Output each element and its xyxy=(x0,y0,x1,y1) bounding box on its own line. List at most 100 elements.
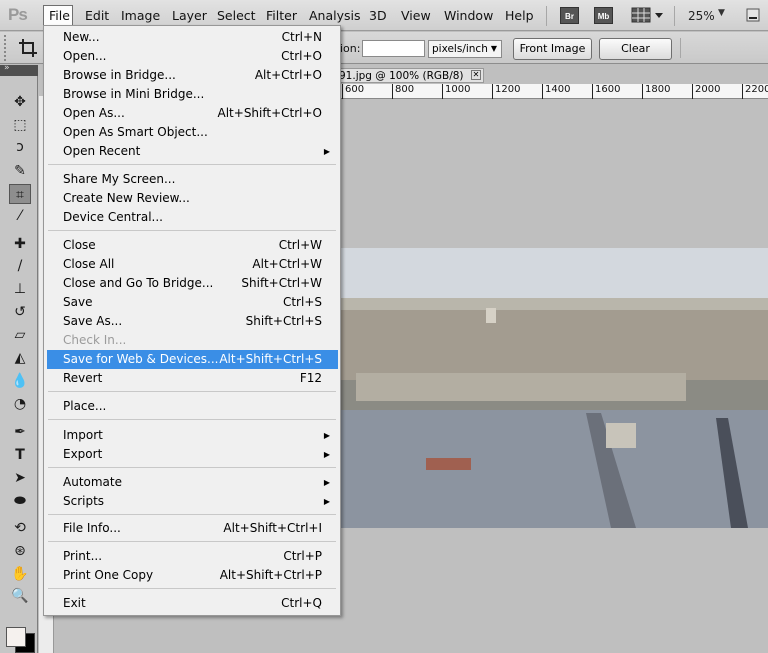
clear-button[interactable]: Clear xyxy=(599,38,672,60)
menu-3d[interactable]: 3D xyxy=(369,8,387,23)
lasso-tool-icon[interactable]: ↄ xyxy=(9,137,31,157)
marquee-tool-icon[interactable]: ⬚ xyxy=(9,115,31,135)
menu-separator xyxy=(48,164,336,165)
menu-item-import[interactable]: Import ▶ xyxy=(47,426,338,445)
pen-tool-icon[interactable]: ✒ xyxy=(9,422,31,442)
front-image-button[interactable]: Front Image xyxy=(513,38,592,60)
paint-bucket-tool-icon[interactable]: ◭ xyxy=(9,348,31,368)
rotate-3d-tool-icon[interactable]: ⟲ xyxy=(9,518,31,538)
menu-item-automate[interactable]: Automate ▶ xyxy=(47,473,338,492)
menu-item-close-all[interactable]: Close All Alt+Ctrl+W xyxy=(47,255,338,274)
tools-panel-header[interactable]: » xyxy=(0,63,38,76)
move-tool-icon[interactable]: ✥ xyxy=(9,92,31,112)
menu-item-print-one-copy[interactable]: Print One Copy Alt+Shift+Ctrl+P xyxy=(47,566,338,585)
resolution-unit-value: pixels/inch xyxy=(432,43,488,55)
menu-image[interactable]: Image xyxy=(121,8,160,23)
zoom-level[interactable]: 25% xyxy=(688,9,715,23)
minimize-icon[interactable] xyxy=(746,8,760,22)
options-grip[interactable] xyxy=(4,35,12,61)
menu-item-close[interactable]: Close Ctrl+W xyxy=(47,236,338,255)
menu-separator xyxy=(48,514,336,515)
submenu-arrow-icon: ▶ xyxy=(323,147,330,156)
chevron-down-icon: ▼ xyxy=(490,44,497,53)
ruler-tick: 2200 xyxy=(742,84,768,99)
crop-tool-icon[interactable]: ⌗ xyxy=(9,184,31,204)
orbit-3d-tool-icon[interactable]: ⊛ xyxy=(9,541,31,561)
document-tab-title: 91.jpg @ 100% (RGB/8) xyxy=(339,70,464,82)
menu-select[interactable]: Select xyxy=(217,8,256,23)
menu-item-save-as[interactable]: Save As... Shift+Ctrl+S xyxy=(47,312,338,331)
canvas-image[interactable] xyxy=(336,248,768,528)
menu-help[interactable]: Help xyxy=(505,8,534,23)
menu-item-open-as[interactable]: Open As... Alt+Shift+Ctrl+O xyxy=(47,104,338,123)
ruler-tick: 1600 xyxy=(592,84,620,99)
dodge-tool-icon[interactable]: ◔ xyxy=(9,394,31,414)
mini-bridge-button[interactable]: Mb xyxy=(594,7,613,24)
menu-separator xyxy=(674,6,675,26)
menu-item-save-for-web[interactable]: Save for Web & Devices... Alt+Shift+Ctrl+… xyxy=(47,350,338,369)
eyedropper-tool-icon[interactable]: ⁄ xyxy=(9,206,31,226)
menu-item-new[interactable]: New... Ctrl+N xyxy=(47,28,338,47)
menu-item-open[interactable]: Open... Ctrl+O xyxy=(47,47,338,66)
menu-item-file-info[interactable]: File Info... Alt+Shift+Ctrl+I xyxy=(47,519,338,538)
chevron-down-icon[interactable]: ▼ xyxy=(718,8,725,18)
menu-item-export[interactable]: Export ▶ xyxy=(47,445,338,464)
tools-panel: » ✥ ⬚ ↄ ✎ ⌗ ⁄ ✚ / ⊥ ↺ ▱ ◭ 💧 ◔ ✒ T ➤ ⬬ ⟲ … xyxy=(0,63,38,653)
options-separator xyxy=(680,38,681,58)
menu-item-exit[interactable]: Exit Ctrl+Q xyxy=(47,594,338,613)
blur-tool-icon[interactable]: 💧 xyxy=(9,371,31,391)
menu-filter[interactable]: Filter xyxy=(266,8,297,23)
view-extras-dropdown[interactable] xyxy=(631,7,665,24)
menu-item-print[interactable]: Print... Ctrl+P xyxy=(47,547,338,566)
menu-item-revert[interactable]: Revert F12 xyxy=(47,369,338,388)
menu-item-check-in: Check In... xyxy=(63,333,127,347)
ruler-tick: 2000 xyxy=(692,84,720,99)
resolution-input[interactable] xyxy=(362,40,425,57)
menu-item-save[interactable]: Save Ctrl+S xyxy=(47,293,338,312)
menu-edit[interactable]: Edit xyxy=(85,8,109,23)
menu-item-device-central[interactable]: Device Central... xyxy=(47,208,338,227)
history-brush-tool-icon[interactable]: ↺ xyxy=(9,302,31,322)
menu-layer[interactable]: Layer xyxy=(172,8,207,23)
submenu-arrow-icon: ▶ xyxy=(323,497,330,506)
bridge-button[interactable]: Br xyxy=(560,7,579,24)
resolution-unit-select[interactable]: pixels/inch ▼ xyxy=(428,40,502,58)
type-tool-icon[interactable]: T xyxy=(9,445,31,465)
healing-brush-tool-icon[interactable]: ✚ xyxy=(9,234,31,254)
ruler-tick: 1800 xyxy=(642,84,670,99)
hand-tool-icon[interactable]: ✋ xyxy=(9,564,31,584)
clone-stamp-tool-icon[interactable]: ⊥ xyxy=(9,279,31,299)
menu-file[interactable]: File xyxy=(43,5,73,26)
menu-item-open-recent[interactable]: Open Recent ▶ xyxy=(47,142,338,161)
close-icon[interactable]: ✕ xyxy=(471,70,481,80)
file-menu-dropdown: New... Ctrl+N Open... Ctrl+O Browse in Bri… xyxy=(43,25,341,616)
menu-separator xyxy=(48,391,336,392)
menu-item-browse-in-mini-bridge[interactable]: Browse in Mini Bridge... xyxy=(47,85,338,104)
brush-tool-icon[interactable]: / xyxy=(9,256,31,276)
menu-separator xyxy=(48,588,336,589)
crop-icon[interactable] xyxy=(18,38,38,58)
menu-item-place[interactable]: Place... xyxy=(47,397,338,416)
menu-item-close-and-go-to-bridge[interactable]: Close and Go To Bridge... Shift+Ctrl+W xyxy=(47,274,338,293)
menu-view[interactable]: View xyxy=(401,8,431,23)
menu-item-share-my-screen[interactable]: Share My Screen... xyxy=(47,170,338,189)
foreground-color-swatch[interactable] xyxy=(6,627,26,647)
ruler-tick: 1200 xyxy=(492,84,520,99)
menu-item-open-as-smart-object[interactable]: Open As Smart Object... xyxy=(47,123,338,142)
document-tab[interactable]: 91.jpg @ 100% (RGB/8) ✕ xyxy=(336,68,484,83)
menu-item-create-new-review[interactable]: Create New Review... xyxy=(47,189,338,208)
quick-selection-tool-icon[interactable]: ✎ xyxy=(9,161,31,181)
zoom-tool-icon[interactable]: 🔍 xyxy=(9,586,31,606)
path-selection-tool-icon[interactable]: ➤ xyxy=(9,468,31,488)
menu-window[interactable]: Window xyxy=(444,8,493,23)
menu-separator xyxy=(48,230,336,231)
expand-icon[interactable]: » xyxy=(4,63,10,73)
menu-separator xyxy=(48,541,336,542)
resolution-label: ion: xyxy=(340,42,361,55)
ruler-tick: 800 xyxy=(392,84,414,99)
menu-analysis[interactable]: Analysis xyxy=(309,8,361,23)
shape-tool-icon[interactable]: ⬬ xyxy=(9,491,31,511)
menu-item-scripts[interactable]: Scripts ▶ xyxy=(47,492,338,511)
eraser-tool-icon[interactable]: ▱ xyxy=(9,325,31,345)
menu-item-browse-in-bridge[interactable]: Browse in Bridge... Alt+Ctrl+O xyxy=(47,66,338,85)
